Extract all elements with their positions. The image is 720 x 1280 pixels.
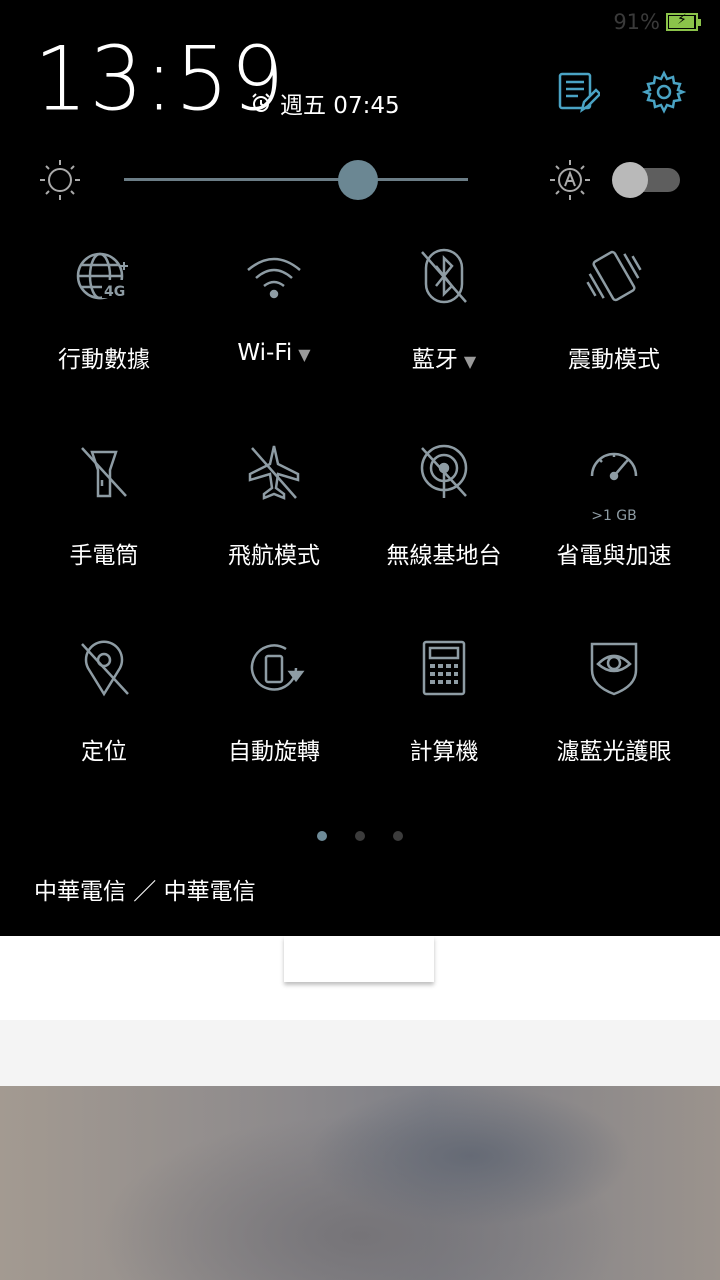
tile-label: 省電與加速 bbox=[556, 543, 672, 569]
tile-location[interactable]: 定位 bbox=[14, 632, 194, 812]
gear-icon[interactable] bbox=[642, 70, 686, 114]
tile-bluetooth[interactable]: 藍牙 ▼ bbox=[354, 240, 534, 420]
tile-label: 手電筒 bbox=[69, 543, 139, 569]
battery-icon: ⚡ bbox=[666, 12, 701, 31]
tile-label: 藍牙 ▼ bbox=[411, 347, 477, 373]
dropdown-arrow-icon[interactable]: ▼ bbox=[464, 352, 476, 371]
background-app-header bbox=[0, 936, 720, 1022]
clock-time[interactable]: 13:59 bbox=[34, 28, 286, 131]
alarm-time: 週五 07:45 bbox=[280, 93, 400, 119]
hotspot-off-icon bbox=[408, 436, 480, 508]
alarm-clock-icon bbox=[250, 92, 272, 114]
brightness-slider-track[interactable] bbox=[124, 178, 468, 181]
tile-calculator[interactable]: 計算機 bbox=[354, 632, 534, 812]
wifi-icon bbox=[238, 240, 310, 312]
tile-sub-text: >1 GB bbox=[591, 508, 637, 524]
tile-flashlight[interactable]: 手電筒 bbox=[14, 436, 194, 616]
tile-label: 行動數據 bbox=[58, 347, 150, 373]
carrier-label: 中華電信 ／ 中華電信 bbox=[34, 879, 256, 905]
background-card bbox=[284, 936, 434, 982]
auto-brightness-toggle[interactable] bbox=[612, 162, 680, 198]
tile-auto-rotate[interactable]: 自動旋轉 bbox=[184, 632, 364, 812]
page-dot[interactable] bbox=[355, 831, 365, 841]
tile-mobile-data[interactable]: 4G 行動數據 bbox=[14, 240, 194, 420]
tile-label: Wi-Fi ▼ bbox=[237, 340, 311, 366]
tile-label: 計算機 bbox=[409, 739, 479, 765]
edit-tiles-icon[interactable] bbox=[556, 70, 600, 114]
page-dot-active[interactable] bbox=[317, 831, 327, 841]
tile-label: 飛航模式 bbox=[228, 543, 320, 569]
tile-blue-light-filter[interactable]: 濾藍光護眼 bbox=[524, 632, 704, 812]
tile-vibrate[interactable]: 震動模式 bbox=[524, 240, 704, 420]
tile-hotspot[interactable]: 無線基地台 bbox=[354, 436, 534, 616]
tile-label: 自動旋轉 bbox=[228, 739, 320, 765]
location-off-icon bbox=[68, 632, 140, 704]
notification-shade: 91% ⚡ 13:59 週五 07:45 4G 行動數據 Wi-Fi ▼ 藍牙 … bbox=[0, 0, 720, 936]
brightness-slider-thumb[interactable] bbox=[337, 160, 378, 200]
eye-shield-icon bbox=[578, 632, 650, 704]
next-alarm[interactable]: 週五 07:45 bbox=[250, 86, 400, 120]
auto-rotate-icon bbox=[238, 632, 310, 704]
tile-power-saver[interactable]: >1 GB 省電與加速 bbox=[524, 436, 704, 616]
vibrate-icon bbox=[578, 240, 650, 312]
background-app-band bbox=[0, 1020, 720, 1086]
tile-label: 無線基地台 bbox=[386, 543, 502, 569]
background-photo bbox=[0, 1086, 720, 1280]
tile-wifi[interactable]: Wi-Fi ▼ bbox=[184, 240, 364, 420]
auto-brightness-icon bbox=[546, 156, 594, 204]
svg-text:4G: 4G bbox=[104, 284, 125, 300]
page-dot[interactable] bbox=[393, 831, 403, 841]
calculator-icon bbox=[408, 632, 480, 704]
mobile-data-4g-icon: 4G bbox=[68, 240, 140, 312]
speedometer-icon bbox=[578, 436, 650, 508]
brightness-low-icon bbox=[36, 156, 84, 204]
dropdown-arrow-icon[interactable]: ▼ bbox=[298, 345, 310, 364]
battery-percent: 91% bbox=[613, 10, 660, 34]
bluetooth-off-icon bbox=[408, 240, 480, 312]
airplane-off-icon bbox=[238, 436, 310, 508]
tile-label: 震動模式 bbox=[568, 347, 660, 373]
tile-label: 濾藍光護眼 bbox=[556, 739, 672, 765]
brightness-row bbox=[0, 150, 720, 210]
page-indicator bbox=[0, 826, 720, 845]
tile-label: 定位 bbox=[81, 739, 127, 765]
status-bar: 91% ⚡ bbox=[613, 10, 701, 34]
flashlight-off-icon bbox=[68, 436, 140, 508]
tile-airplane-mode[interactable]: 飛航模式 bbox=[184, 436, 364, 616]
